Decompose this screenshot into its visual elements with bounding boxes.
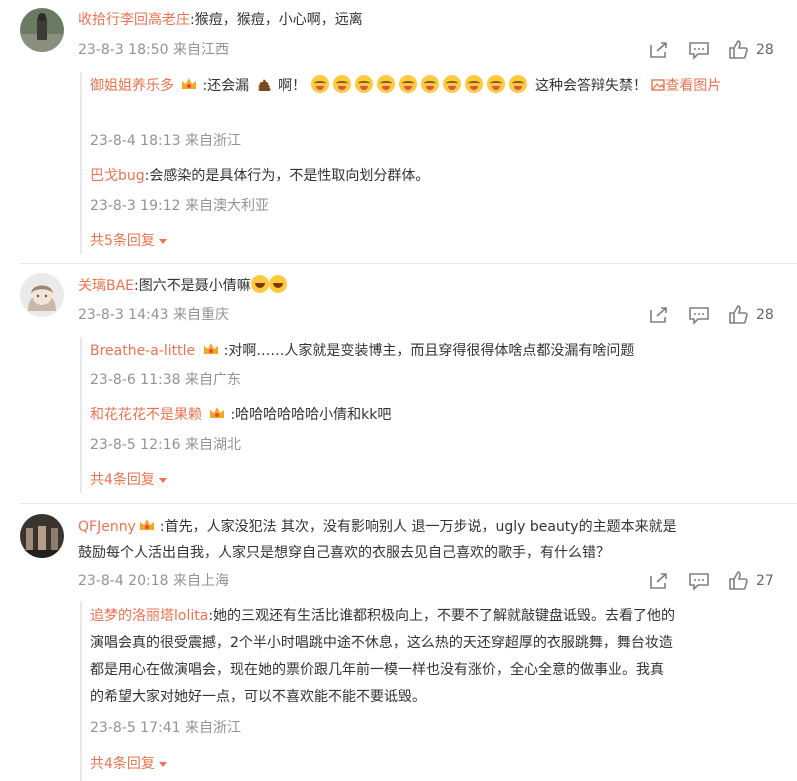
crying-emoji-icon	[508, 75, 527, 93]
laughing-emoji-icon	[268, 275, 287, 293]
reply-meta: 23-8-6 11:38 来自广东	[90, 372, 241, 388]
reply-line: 御姐姐养乐多 :还会漏 啊！ 这种会答辩失禁！ 查看图片	[90, 75, 721, 96]
more-replies-link[interactable]: 共5条回复	[90, 231, 167, 251]
more-replies-text: 共4条回复	[90, 472, 155, 488]
crying-emoji-icon	[376, 75, 395, 93]
reply-divider	[80, 72, 82, 254]
avatar[interactable]	[20, 8, 64, 52]
reply-line: 巴戈bug:会感染的是具体行为，不是性取向划分群体。	[90, 166, 429, 186]
more-replies-text: 共5条回复	[90, 233, 155, 249]
more-replies-link[interactable]: 共4条回复	[90, 470, 167, 490]
view-image-text: 查看图片	[665, 78, 722, 94]
username[interactable]: 御姐姐养乐多	[90, 78, 174, 94]
reply-line: 和花花花不是果赖 :哈哈哈哈哈哈小倩和kk吧	[90, 405, 391, 425]
crown-badge-icon	[139, 519, 154, 530]
like-count: 28	[756, 42, 774, 58]
reply-meta: 23-8-4 18:13 来自浙江	[90, 133, 241, 149]
username[interactable]: QFJenny	[78, 519, 136, 535]
poop-emoji-icon	[258, 79, 271, 91]
comment-icon[interactable]	[688, 40, 710, 60]
avatar[interactable]	[20, 514, 64, 558]
comment-text: :图六不是聂小倩嘛	[134, 278, 251, 294]
username[interactable]: 和花花花不是果赖	[90, 407, 202, 423]
more-replies-text: 共4条回复	[90, 756, 155, 772]
caret-down-icon	[158, 238, 167, 244]
comment-line: 关璃BAE:图六不是聂小倩嘛	[78, 275, 287, 296]
like-count: 27	[756, 573, 774, 589]
share-icon[interactable]	[648, 40, 670, 60]
more-replies-link[interactable]: 共4条回复	[90, 754, 167, 774]
reply-line: Breathe-a-little :对啊……人家就是变装博主，而且穿得很得体啥点…	[90, 341, 634, 361]
comment-text-line: 鼓励每个人活出自我，人家只是想穿自己喜欢的衣服去见自己喜欢的歌手，有什么错？	[78, 545, 610, 561]
comment-icon[interactable]	[688, 571, 710, 591]
reply-text: :还会漏	[202, 78, 250, 94]
caret-down-icon	[158, 477, 167, 483]
reply-text: :她的三观还有生活比谁都积极向上，不要不了解就敲键盘诋毁。去看了他的	[208, 608, 676, 624]
reply-text-line: 的希望大家对她好一点，可以不喜欢能不能不要诋毁。	[90, 689, 426, 705]
like-count: 28	[756, 307, 774, 323]
view-image-link[interactable]: 查看图片	[651, 78, 721, 94]
reply-text: 啊！	[278, 78, 307, 94]
comment-icon[interactable]	[688, 305, 710, 325]
comment-meta: 23-8-3 18:50 来自江西	[78, 42, 229, 58]
crying-emoji-icon	[398, 75, 417, 93]
username[interactable]: Breathe-a-little	[90, 343, 195, 359]
reply-meta: 23-8-3 19:12 来自澳大利亚	[90, 198, 269, 214]
username[interactable]: 追梦的洛丽塔lolita	[90, 608, 208, 624]
crying-emoji-icon	[486, 75, 505, 93]
comment-text: :首先，人家没犯法 其次，没有影响别人 退一万步说，ugly beauty的主题…	[159, 519, 677, 535]
crying-emoji-icon	[420, 75, 439, 93]
comment-divider	[20, 503, 797, 504]
share-icon[interactable]	[648, 571, 670, 591]
crying-emoji-icon	[310, 75, 329, 93]
crown-badge-icon	[182, 78, 197, 89]
thumbs-up-icon[interactable]	[728, 305, 750, 325]
comment-meta: 23-8-3 14:43 来自重庆	[78, 307, 229, 323]
crying-emoji-icon	[332, 75, 351, 93]
username[interactable]: 关璃BAE	[78, 278, 134, 294]
reply-text-line: 演唱会真的很受震撼，2个半小时唱跳中途不休息，这么热的天还穿超厚的衣服跳舞，舞台…	[90, 635, 673, 651]
comment-divider	[20, 263, 797, 264]
reply-text: 这种会答辩失禁！	[534, 78, 647, 94]
reply-meta: 23-8-5 17:41 来自浙江	[90, 720, 241, 736]
crown-badge-icon	[210, 407, 225, 418]
caret-down-icon	[158, 761, 167, 767]
comment-meta: 23-8-4 20:18 来自上海	[78, 573, 229, 589]
crying-emoji-icon	[354, 75, 373, 93]
comment-text: :猴痘，猴痘，小心啊，远离	[190, 12, 363, 28]
comment-line: QFJenny :首先，人家没犯法 其次，没有影响别人 退一万步说，ugly be…	[78, 514, 677, 540]
laughing-emoji-icon	[250, 275, 269, 293]
reply-text-line: 都是用心在做演唱会，现在她的票价跟几年前一模一样也没有涨价，全心全意的做事业。我…	[90, 662, 664, 678]
reply-line: 追梦的洛丽塔lolita:她的三观还有生活比谁都积极向上，不要不了解就敲键盘诋毁…	[90, 603, 675, 629]
reply-meta: 23-8-5 12:16 来自湖北	[90, 437, 241, 453]
image-icon	[651, 79, 666, 91]
reply-text: :哈哈哈哈哈哈小倩和kk吧	[230, 407, 392, 423]
thumbs-up-icon[interactable]	[728, 40, 750, 60]
crown-badge-icon	[203, 343, 218, 354]
crying-emoji-icon	[464, 75, 483, 93]
username[interactable]: 收拾行李回高老庄	[78, 12, 190, 28]
reply-divider	[80, 601, 82, 781]
crying-emoji-icon	[442, 75, 461, 93]
reply-divider	[80, 337, 82, 493]
share-icon[interactable]	[648, 305, 670, 325]
reply-text: :对啊……人家就是变装博主，而且穿得很得体啥点都没漏有啥问题	[223, 343, 635, 359]
comment-line: 收拾行李回高老庄:猴痘，猴痘，小心啊，远离	[78, 10, 363, 30]
thumbs-up-icon[interactable]	[728, 571, 750, 591]
avatar[interactable]	[20, 273, 64, 317]
username[interactable]: 巴戈bug	[90, 168, 145, 184]
reply-text: :会感染的是具体行为，不是性取向划分群体。	[144, 168, 430, 184]
